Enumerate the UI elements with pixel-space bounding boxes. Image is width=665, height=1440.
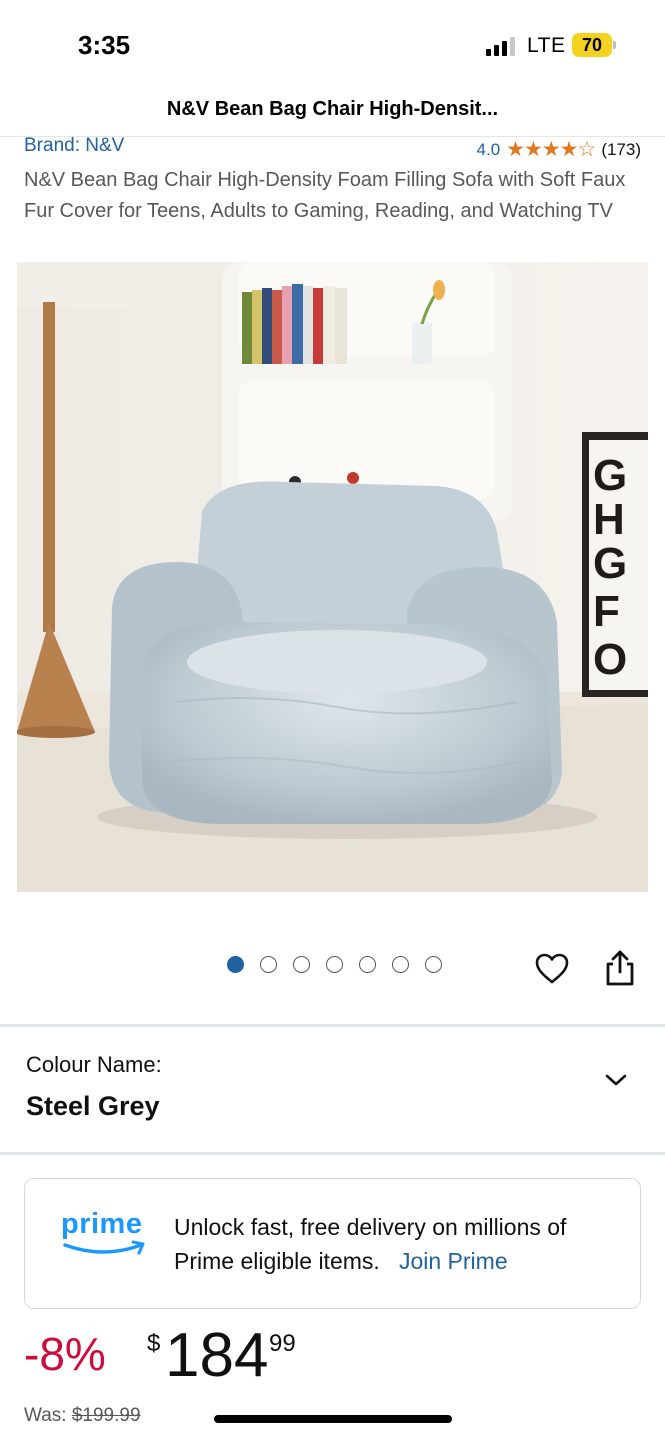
carousel-dot[interactable] (359, 956, 376, 973)
signal-icon (486, 36, 518, 56)
product-title: N&V Bean Bag Chair High-Density Foam Fil… (24, 169, 626, 222)
battery-icon: 70 (572, 33, 616, 57)
colour-value[interactable]: Steel Grey (26, 1091, 160, 1122)
was-label: Was: (24, 1405, 67, 1426)
svg-text:H: H (593, 495, 625, 544)
carousel-dot[interactable] (326, 956, 343, 973)
carousel-dot[interactable] (260, 956, 277, 973)
carousel-dot[interactable] (392, 956, 409, 973)
status-time: 3:35 (78, 30, 131, 60)
section-divider (0, 1152, 665, 1155)
svg-text:G: G (593, 451, 627, 500)
page-title: N&V Bean Bag Chair High-Densit... (166, 98, 499, 120)
was-price: Was: $199.99 (24, 1405, 141, 1427)
network-type: LTE (527, 34, 566, 57)
status-bar: 3:35 LTE 70 (0, 0, 665, 90)
discount-percent: -8% (24, 1328, 106, 1380)
star-rating-icon: ★★★★☆ (506, 138, 596, 161)
svg-text:O: O (593, 635, 627, 684)
share-icon[interactable] (603, 949, 637, 987)
rating-value: 4.0 (476, 139, 501, 159)
section-divider (0, 1024, 665, 1027)
price-currency: $ (147, 1330, 161, 1357)
carousel-dot[interactable] (227, 956, 244, 973)
rating-summary[interactable]: 4.0 ★★★★☆ (173) (477, 139, 641, 160)
prime-smile-icon (63, 1240, 145, 1255)
battery-level: 70 (572, 33, 612, 57)
colour-label: Colour Name: (26, 1052, 162, 1077)
svg-text:G: G (593, 539, 627, 588)
heart-icon[interactable] (534, 951, 570, 987)
bean-bag-chair-image: G H G F O (17, 262, 648, 892)
prime-promo-card[interactable]: prime Unlock fast, free delivery on mill… (24, 1178, 641, 1309)
brand-link[interactable]: Brand: N&V (24, 135, 124, 157)
price-whole: 184 (165, 1321, 269, 1390)
chevron-down-icon[interactable] (604, 1071, 628, 1089)
product-image[interactable]: G H G F O (17, 262, 648, 892)
review-count: (173) (601, 139, 641, 159)
carousel-dot[interactable] (293, 956, 310, 973)
join-prime-link[interactable]: Join Prime (399, 1248, 508, 1274)
prime-logo: prime (61, 1208, 143, 1240)
was-value: $199.99 (71, 1405, 141, 1426)
carousel-dots[interactable] (227, 956, 442, 973)
price-fraction: 99 (269, 1330, 296, 1357)
prime-message: Unlock fast, free delivery on millions o… (174, 1210, 624, 1278)
svg-text:F: F (593, 587, 620, 636)
carousel-dot[interactable] (425, 956, 442, 973)
home-indicator[interactable] (214, 1415, 452, 1423)
